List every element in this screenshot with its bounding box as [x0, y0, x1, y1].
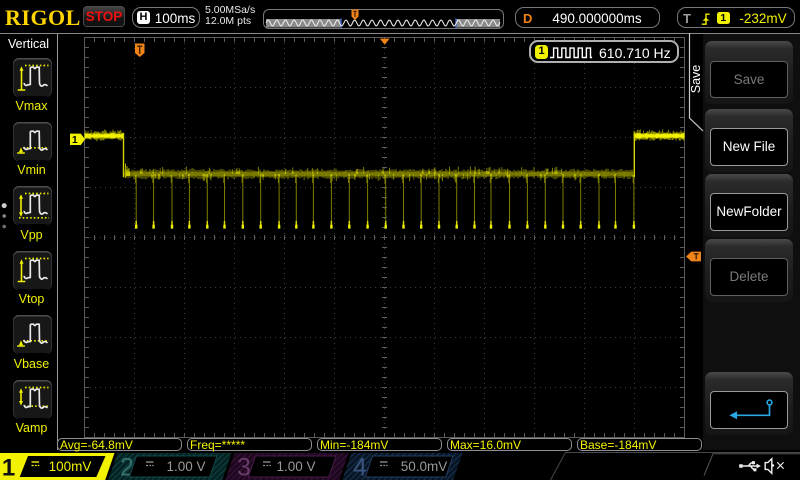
svg-text:1.00 V: 1.00 V — [166, 459, 205, 474]
svg-text:50.0mV: 50.0mV — [401, 459, 448, 474]
svg-text:1: 1 — [72, 134, 78, 146]
svg-text:1: 1 — [2, 455, 15, 480]
svg-text:100mV: 100mV — [49, 459, 92, 474]
svg-text:1.00 V: 1.00 V — [276, 459, 315, 474]
svg-text:4: 4 — [353, 454, 367, 480]
